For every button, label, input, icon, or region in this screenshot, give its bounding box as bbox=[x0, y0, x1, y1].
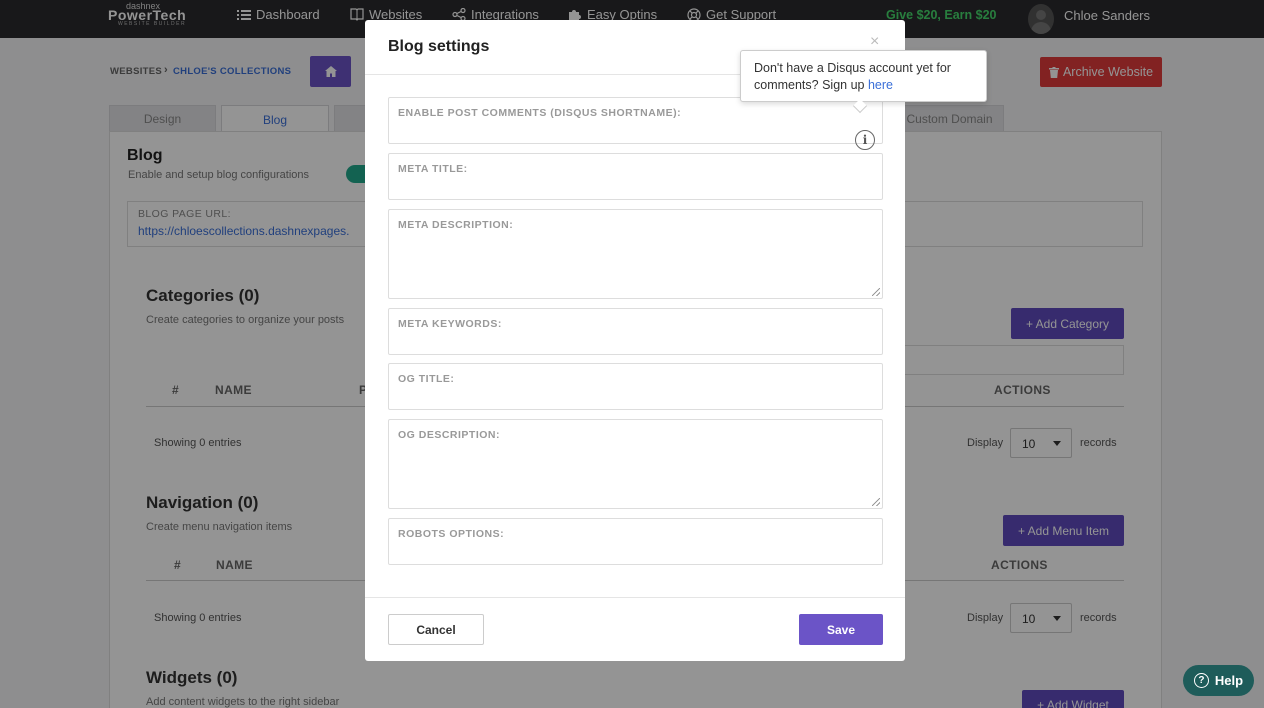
tooltip-signup-link[interactable]: here bbox=[868, 78, 893, 92]
meta-keywords-label: META KEYWORDS: bbox=[398, 318, 502, 330]
disqus-tooltip: Don't have a Disqus account yet for comm… bbox=[740, 50, 987, 114]
og-description-label: OG DESCRIPTION: bbox=[398, 429, 501, 441]
modal-footer-divider bbox=[365, 597, 905, 598]
resize-handle[interactable] bbox=[872, 498, 880, 506]
robots-options-label: ROBOTS OPTIONS: bbox=[398, 528, 505, 540]
tooltip-text: Don't have a Disqus account yet for comm… bbox=[754, 61, 951, 92]
close-icon[interactable]: × bbox=[870, 33, 879, 51]
blog-settings-modal: Blog settings × ENABLE POST COMMENTS (DI… bbox=[365, 20, 905, 661]
resize-handle[interactable] bbox=[872, 288, 880, 296]
meta-title-field[interactable]: META TITLE: bbox=[388, 153, 883, 200]
og-title-label: OG TITLE: bbox=[398, 373, 455, 385]
meta-description-label: META DESCRIPTION: bbox=[398, 219, 514, 231]
disqus-shortname-label: ENABLE POST COMMENTS (DISQUS SHORTNAME): bbox=[398, 107, 682, 119]
disqus-shortname-field[interactable]: ENABLE POST COMMENTS (DISQUS SHORTNAME): bbox=[388, 97, 883, 144]
og-description-field[interactable]: OG DESCRIPTION: bbox=[388, 419, 883, 509]
info-icon[interactable]: i bbox=[855, 130, 875, 150]
og-title-field[interactable]: OG TITLE: bbox=[388, 363, 883, 410]
meta-keywords-field[interactable]: META KEYWORDS: bbox=[388, 308, 883, 355]
help-label: Help bbox=[1214, 673, 1244, 688]
help-button[interactable]: ? Help bbox=[1183, 665, 1254, 696]
meta-description-field[interactable]: META DESCRIPTION: bbox=[388, 209, 883, 299]
robots-options-field[interactable]: ROBOTS OPTIONS: bbox=[388, 518, 883, 565]
cancel-button[interactable]: Cancel bbox=[388, 614, 484, 645]
save-button[interactable]: Save bbox=[799, 614, 883, 645]
meta-title-label: META TITLE: bbox=[398, 163, 468, 175]
question-icon: ? bbox=[1193, 673, 1209, 688]
modal-title: Blog settings bbox=[388, 38, 490, 55]
